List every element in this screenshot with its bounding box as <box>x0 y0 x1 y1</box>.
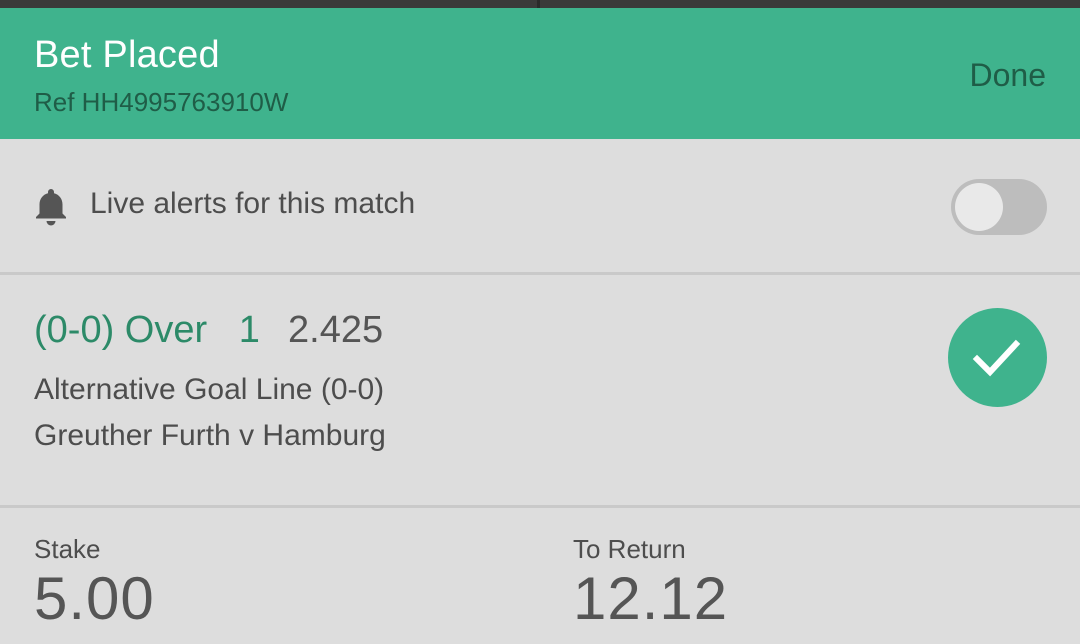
status-bar-strip <box>0 0 1080 8</box>
stake-value: 5.00 <box>34 565 155 632</box>
toggle-knob <box>955 183 1003 231</box>
header-title: Bet Placed <box>34 34 220 76</box>
live-alerts-row: Live alerts for this match <box>0 139 1080 275</box>
selection-pick: (0-0) Over 1 <box>34 309 260 351</box>
status-bar-divider <box>537 0 540 8</box>
to-return-label: To Return <box>573 534 686 564</box>
stake-label: Stake <box>34 534 101 564</box>
bell-icon <box>31 186 71 226</box>
selection-odds: 2.425 <box>288 309 384 351</box>
to-return-value: 12.12 <box>573 565 729 632</box>
bet-selection-card: (0-0) Over 1 2.425 Alternative Goal Line… <box>0 275 1080 508</box>
bet-reference: Ref HH4995763910W <box>34 87 289 117</box>
live-alerts-toggle[interactable] <box>951 179 1047 235</box>
selection-market: Alternative Goal Line (0-0) <box>34 373 385 406</box>
bet-placed-header: Bet Placed Ref HH4995763910W Done <box>0 8 1080 139</box>
selection-event: Greuther Furth v Hamburg <box>34 419 386 452</box>
done-button[interactable]: Done <box>970 57 1047 94</box>
checkmark-icon <box>972 339 1021 377</box>
live-alerts-label: Live alerts for this match <box>90 187 416 220</box>
bet-confirmed-badge <box>948 308 1047 407</box>
bet-summary: Stake 5.00 To Return 12.12 <box>0 508 1080 644</box>
